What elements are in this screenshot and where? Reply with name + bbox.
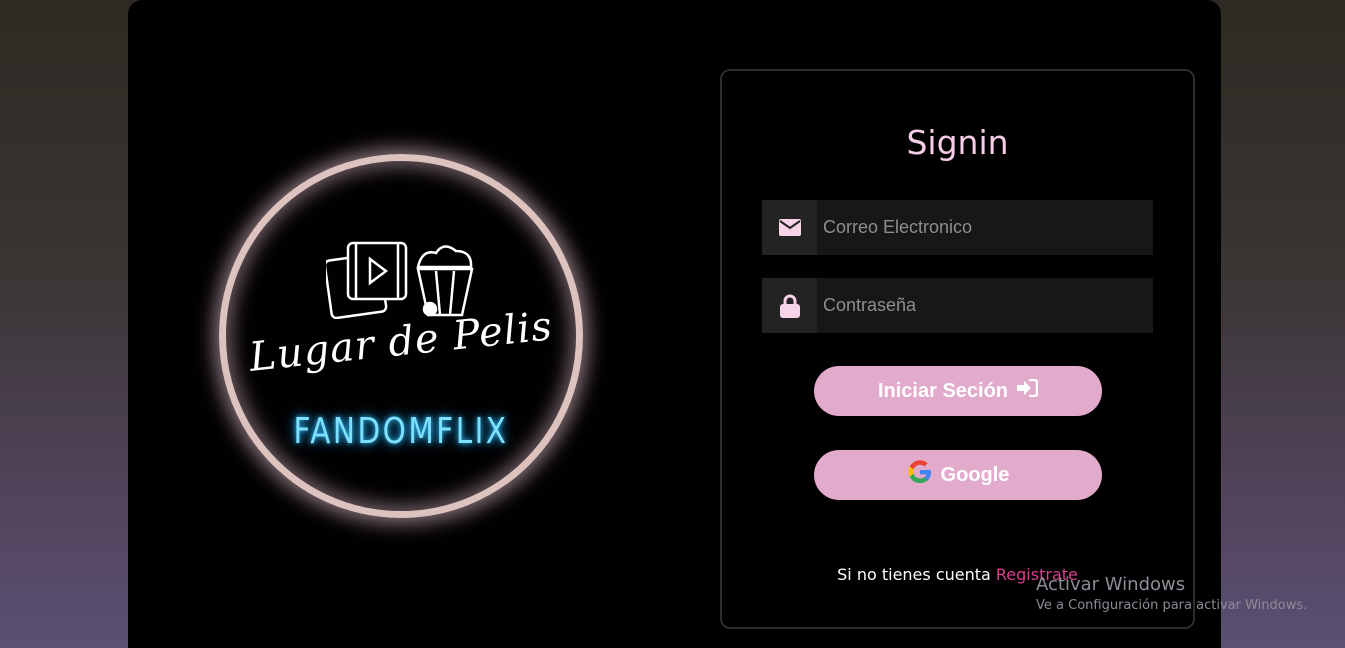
main-card: Lugar de Pelis FANDOMFLIX Signin Correo …: [128, 0, 1221, 648]
watermark-title: Activar Windows: [1036, 574, 1186, 595]
sign-in-arrow-icon: [1016, 378, 1039, 403]
password-input[interactable]: [817, 278, 1153, 333]
envelope-icon: [762, 200, 817, 255]
form-title: Signin: [906, 123, 1009, 162]
google-button[interactable]: Google: [814, 450, 1102, 500]
password-field: [762, 278, 1153, 333]
google-button-label: Google: [940, 463, 1010, 486]
google-logo-icon: [907, 459, 933, 491]
signin-form: Signin Iniciar Seción: [720, 69, 1195, 629]
login-button[interactable]: Iniciar Seción: [814, 366, 1102, 416]
logo-icons: [326, 241, 474, 319]
email-input[interactable]: [817, 200, 1153, 255]
email-field: [762, 200, 1153, 255]
login-button-label: Iniciar Seción: [877, 379, 1009, 402]
signup-prompt: Si no tienes cuenta: [837, 565, 996, 584]
film-play-icon: [326, 241, 408, 319]
logo-brand-text: FANDOMFLIX: [293, 411, 509, 452]
popcorn-icon: [416, 245, 474, 317]
logo: Lugar de Pelis FANDOMFLIX: [176, 121, 626, 571]
lock-icon: [762, 278, 817, 333]
watermark-subtitle: Ve a Configuración para activar Windows.: [1036, 598, 1308, 613]
windows-activation-watermark: Activar Windows Ve a Configuración para …: [1036, 574, 1307, 613]
